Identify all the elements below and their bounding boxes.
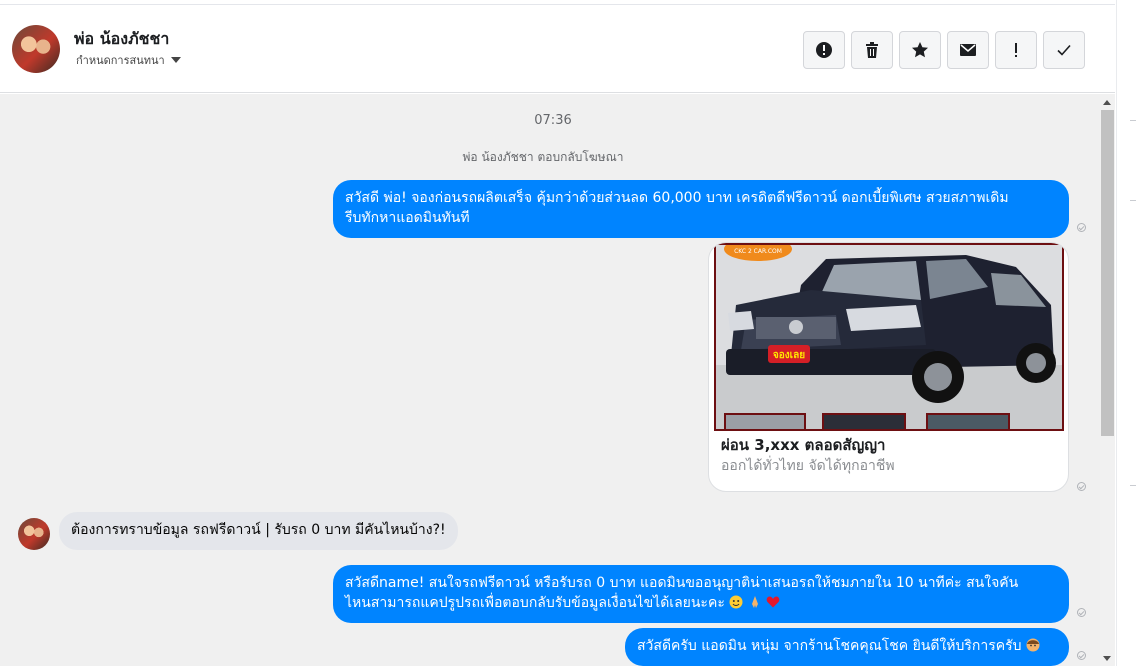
exclaim-icon: [1015, 43, 1017, 57]
seen-check-icon: [1077, 651, 1086, 660]
action-toolbar: [803, 31, 1085, 69]
ad-card[interactable]: CKC 2 CAR.COM จองเลย ผ่อน 3,xxx ตลอดสัญญ…: [708, 242, 1069, 492]
thread-scrollbar[interactable]: [1100, 94, 1115, 666]
message-text: สวัสดี พ่อ! จองก่อนรถผลิตเสร็จ คุ้มกว่าด…: [345, 190, 1009, 206]
outgoing-message[interactable]: สวัสดีname! สนใจรถฟรีดาวน์ หรือรับรถ 0 บ…: [333, 565, 1069, 623]
mail-icon: [960, 44, 976, 56]
report-button[interactable]: [803, 31, 845, 69]
seen-check-icon: [1077, 608, 1086, 617]
ad-badge-text: จองเลย: [773, 350, 805, 361]
incoming-message[interactable]: ต้องการทราบข้อมูล รถฟรีดาวน์ | รับรถ 0 บ…: [59, 512, 458, 550]
praying-hands-icon: [751, 596, 758, 608]
spam-button[interactable]: [995, 31, 1037, 69]
outgoing-message[interactable]: สวัสดีครับ แอดมิน หนุ่ม จากร้านโชคคุณโชค…: [625, 628, 1069, 666]
panel-divider: [1130, 485, 1136, 486]
ad-title: ผ่อน 3,xxx ตลอดสัญญา: [721, 436, 886, 454]
contact-avatar[interactable]: [12, 25, 60, 73]
mail-button[interactable]: [947, 31, 989, 69]
conversation-header: พ่อ น้องภัชชา กำหนดการสนทนา: [0, 4, 1115, 93]
message-thread: 07:36 พ่อ น้องภัชชา ตอบกลับโฆษณา สวัสดี …: [0, 94, 1100, 666]
message-timestamp: 07:36: [534, 113, 572, 128]
conversation-settings-label: กำหนดการสนทนา: [76, 54, 165, 67]
scroll-down-arrow-icon[interactable]: [1103, 656, 1111, 661]
trash-icon: [866, 42, 878, 58]
right-panel-edge: [1116, 0, 1138, 666]
conversation-settings-dropdown[interactable]: กำหนดการสนทนา: [76, 51, 181, 69]
pickup-truck-image: CKC 2 CAR.COM จองเลย: [716, 245, 1062, 429]
mark-done-button[interactable]: [1043, 31, 1085, 69]
check-icon: [1057, 44, 1071, 56]
panel-divider: [1130, 200, 1136, 201]
message-text: ต้องการทราบข้อมูล รถฟรีดาวน์ | รับรถ 0 บ…: [71, 522, 446, 538]
heart-icon: [766, 596, 780, 608]
caret-down-icon: [170, 57, 181, 63]
contact-name[interactable]: พ่อ น้องภัชชา: [74, 27, 169, 52]
man-face-icon: [1026, 638, 1040, 652]
message-text: สวัสดีครับ แอดมิน หนุ่ม จากร้านโชคคุณโชค…: [637, 638, 1022, 654]
ad-subtitle: ออกได้ทั่วไทย จัดได้ทุกอาชีพ: [721, 458, 895, 474]
message-text: ไหนสามารถแคปรูปรถเพื่อตอบกลับรับข้อมูลเง…: [345, 595, 725, 611]
message-text: รีบทักหาแอดมินทันที: [345, 210, 470, 226]
scroll-up-arrow-icon[interactable]: [1103, 100, 1111, 105]
seen-check-icon: [1077, 482, 1086, 491]
smiling-face-icon: [729, 595, 743, 609]
panel-divider: [1130, 120, 1136, 121]
contact-avatar-small[interactable]: [18, 518, 50, 550]
message-text: สวัสดีname! สนใจรถฟรีดาวน์ หรือรับรถ 0 บ…: [345, 575, 1019, 591]
ad-reply-note: พ่อ น้องภัชชา ตอบกลับโฆษณา: [462, 150, 624, 164]
ad-logo-text: CKC 2 CAR.COM: [734, 248, 782, 255]
scrollbar-thumb[interactable]: [1101, 110, 1114, 436]
star-button[interactable]: [899, 31, 941, 69]
outgoing-message[interactable]: สวัสดี พ่อ! จองก่อนรถผลิตเสร็จ คุ้มกว่าด…: [333, 180, 1069, 238]
seen-check-icon: [1077, 223, 1086, 232]
ad-image[interactable]: CKC 2 CAR.COM จองเลย: [714, 243, 1064, 431]
star-icon: [912, 42, 928, 58]
report-icon: [816, 42, 832, 58]
delete-button[interactable]: [851, 31, 893, 69]
